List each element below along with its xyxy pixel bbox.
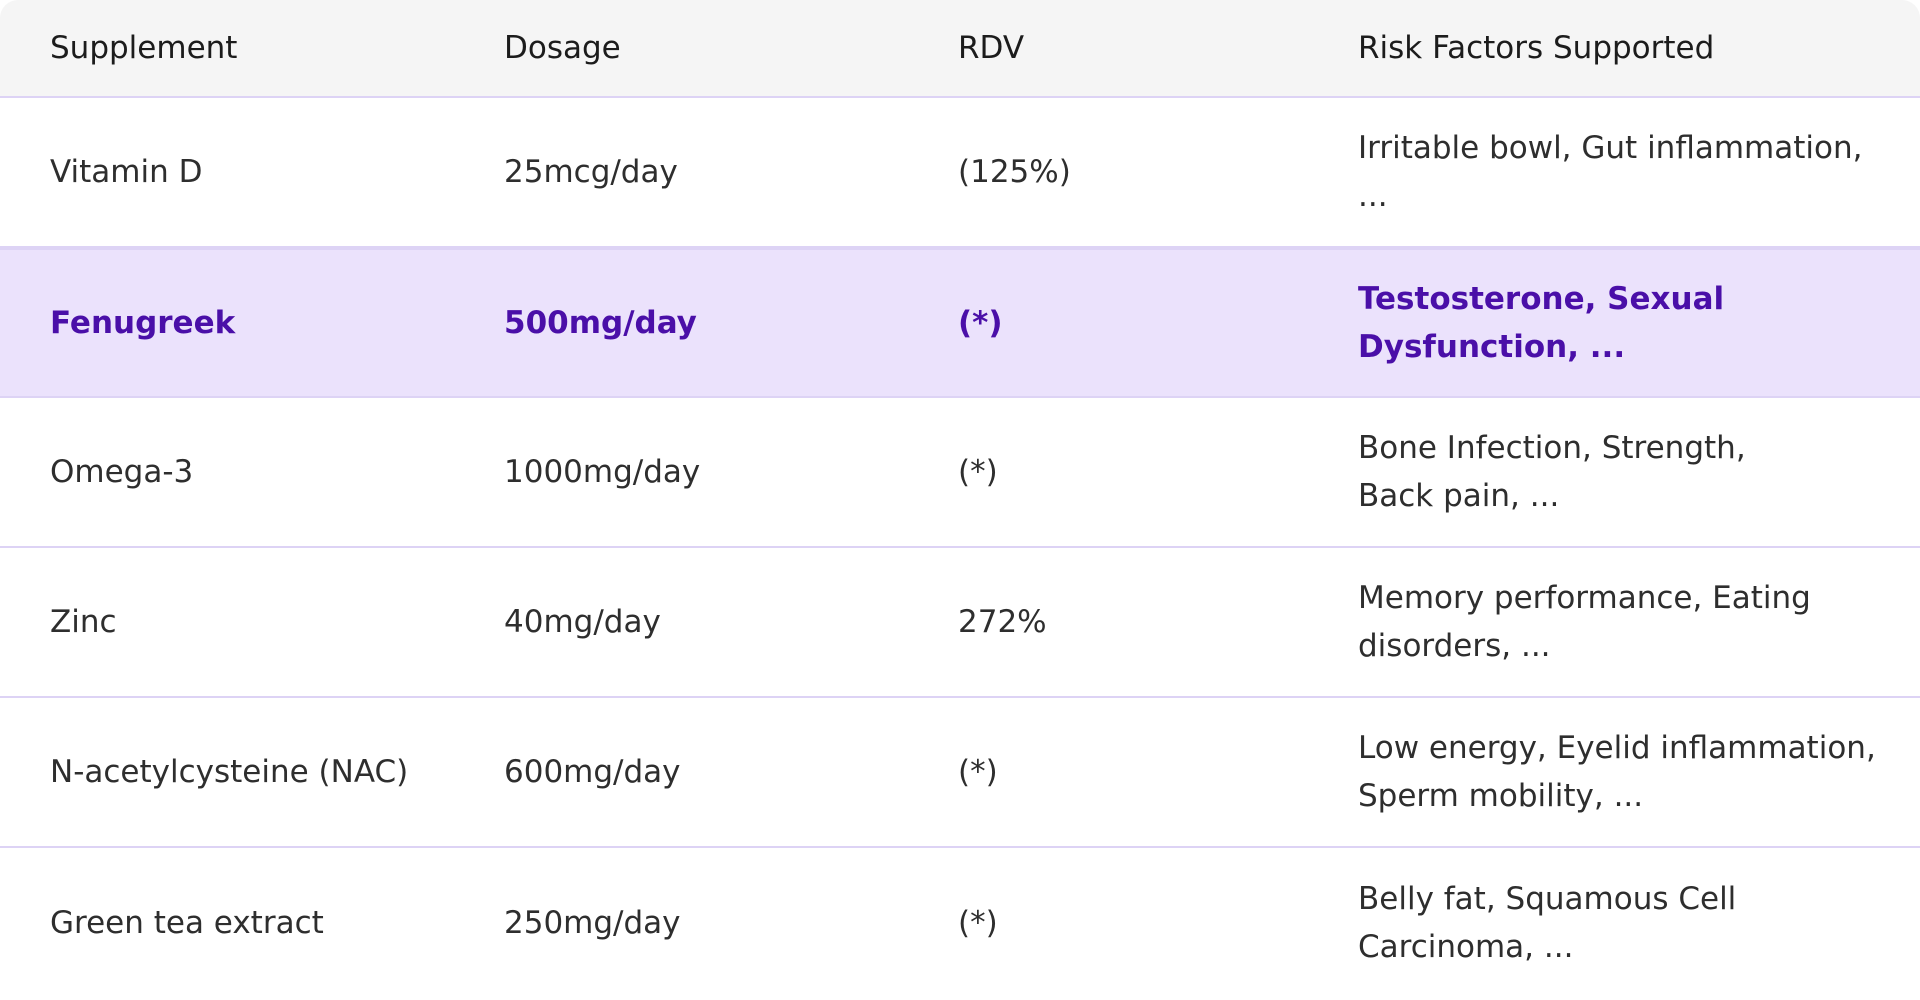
- table-row[interactable]: N-acetylcysteine (NAC) 600mg/day (*) Low…: [0, 698, 1920, 848]
- table-row[interactable]: Zinc 40mg/day 272% Memory performance, E…: [0, 548, 1920, 698]
- column-header-dosage[interactable]: Dosage: [504, 0, 944, 96]
- rdv-cell: (*): [958, 754, 998, 790]
- dosage-cell: 600mg/day: [504, 754, 681, 790]
- column-header-risk-factors[interactable]: Risk Factors Supported: [1358, 0, 1898, 96]
- rdv-cell: (125%): [958, 154, 1071, 190]
- risk-factors-line: disorders, ...: [1358, 628, 1551, 664]
- supplement-cell: Green tea extract: [50, 905, 324, 941]
- supplement-cell: Zinc: [50, 604, 117, 640]
- rdv-cell: (*): [958, 905, 998, 941]
- supplement-cell: N-acetylcysteine (NAC): [50, 754, 409, 790]
- dosage-cell: 40mg/day: [504, 604, 661, 640]
- dosage-cell: 1000mg/day: [504, 454, 701, 490]
- rdv-cell: (*): [958, 305, 1003, 341]
- risk-factors-cell: Low energy, Eyelid inflammation, Sperm m…: [1358, 698, 1898, 846]
- risk-factors-line: Memory performance, Eating: [1358, 580, 1811, 616]
- risk-factors-line: Irritable bowl, Gut inflammation, ...: [1358, 130, 1863, 214]
- risk-factors-line: Belly fat, Squamous Cell: [1358, 881, 1737, 917]
- dosage-cell: 500mg/day: [504, 305, 697, 341]
- rdv-cell: 272%: [958, 604, 1047, 640]
- supplements-table: Supplement Dosage RDV Risk Factors Suppo…: [0, 0, 1920, 1000]
- supplement-cell: Omega-3: [50, 454, 194, 490]
- table-row-selected[interactable]: Fenugreek 500mg/day (*) Testosterone, Se…: [0, 248, 1920, 398]
- dosage-cell: 25mcg/day: [504, 154, 678, 190]
- risk-factors-line: Low energy, Eyelid inflammation,: [1358, 730, 1876, 766]
- table-header: Supplement Dosage RDV Risk Factors Suppo…: [0, 0, 1920, 98]
- risk-factors-line: Testosterone, Sexual: [1358, 281, 1725, 317]
- rdv-cell: (*): [958, 454, 998, 490]
- risk-factors-line: Back pain, ...: [1358, 478, 1560, 514]
- risk-factors-line: Dysfunction, ...: [1358, 329, 1626, 365]
- risk-factors-line: Sperm mobility, ...: [1358, 778, 1644, 814]
- supplement-cell: Fenugreek: [50, 305, 236, 341]
- supplement-cell: Vitamin D: [50, 154, 203, 190]
- dosage-cell: 250mg/day: [504, 905, 681, 941]
- risk-factors-cell: Testosterone, Sexual Dysfunction, ...: [1358, 250, 1898, 396]
- column-header-supplement[interactable]: Supplement: [50, 0, 490, 96]
- risk-factors-line: Bone Infection, Strength,: [1358, 430, 1746, 466]
- risk-factors-cell: Belly fat, Squamous Cell Carcinoma, ...: [1358, 848, 1898, 998]
- risk-factors-cell: Bone Infection, Strength, Back pain, ...: [1358, 398, 1898, 546]
- risk-factors-cell: Irritable bowl, Gut inflammation, ...: [1358, 98, 1898, 246]
- risk-factors-cell: Memory performance, Eating disorders, ..…: [1358, 548, 1898, 696]
- table-row[interactable]: Omega-3 1000mg/day (*) Bone Infection, S…: [0, 398, 1920, 548]
- risk-factors-line: Carcinoma, ...: [1358, 929, 1574, 965]
- table-row[interactable]: Green tea extract 250mg/day (*) Belly fa…: [0, 848, 1920, 998]
- column-header-rdv[interactable]: RDV: [958, 0, 1338, 96]
- table-row[interactable]: Vitamin D 25mcg/day (125%) Irritable bow…: [0, 98, 1920, 248]
